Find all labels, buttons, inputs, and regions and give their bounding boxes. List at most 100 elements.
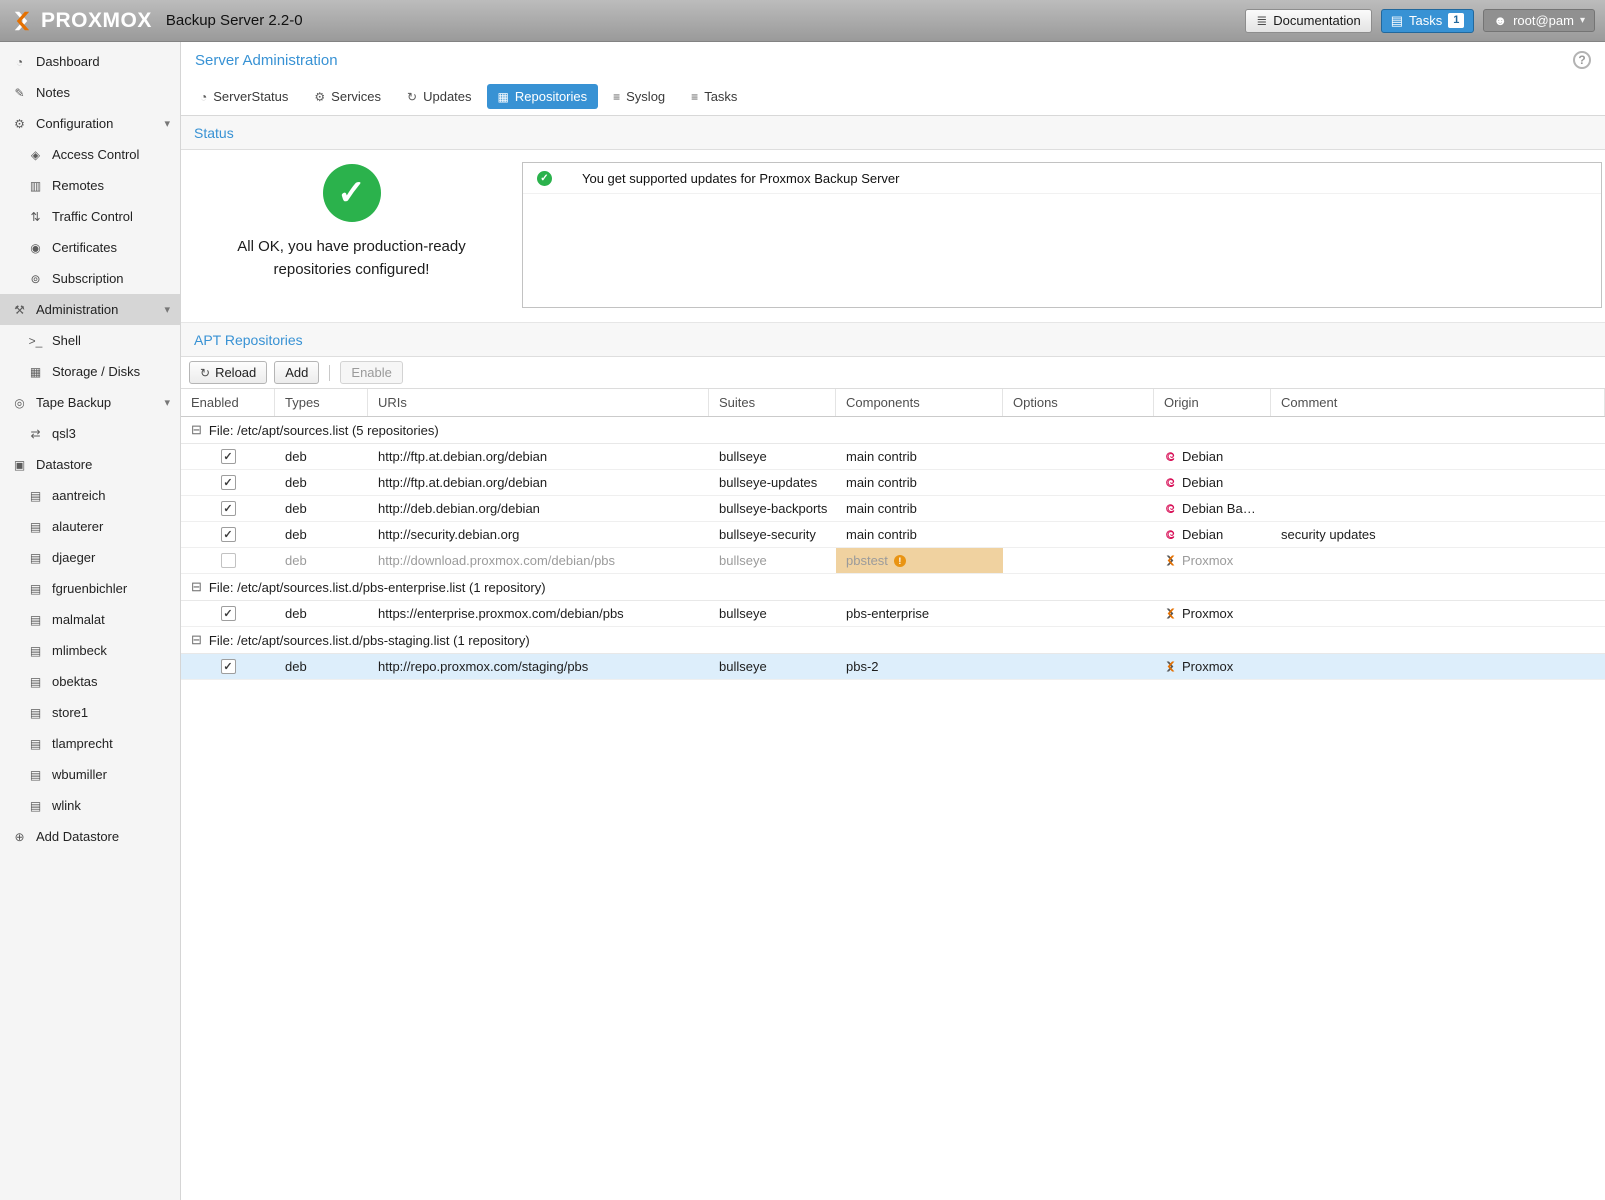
sidebar-item-fgruenbichler[interactable]: ▤ fgruenbichler — [0, 573, 180, 604]
enable-button[interactable]: Enable — [340, 361, 402, 384]
sidebar-item-obektas[interactable]: ▤ obektas — [0, 666, 180, 697]
repo-components: main contrib — [836, 444, 1003, 469]
tasks-button[interactable]: ▤ Tasks 1 — [1381, 9, 1475, 33]
tab-services[interactable]: ⚙ Services — [303, 84, 392, 109]
sidebar-item-store1[interactable]: ▤ store1 — [0, 697, 180, 728]
sidebar-item-djaeger[interactable]: ▤ djaeger — [0, 542, 180, 573]
repo-options — [1003, 601, 1154, 626]
tab-repositories[interactable]: ▦ Repositories — [487, 84, 599, 109]
sidebar-item-alauterer[interactable]: ▤ alauterer — [0, 511, 180, 542]
repo-type: deb — [275, 654, 368, 679]
sidebar-item-subscription[interactable]: ⊚ Subscription — [0, 263, 180, 294]
sidebar-item-wbumiller[interactable]: ▤ wbumiller — [0, 759, 180, 790]
column-header-origin[interactable]: Origin — [1154, 389, 1271, 416]
tab-serverstatus[interactable]: ◔ ServerStatus — [189, 84, 299, 109]
repo-origin: Debian Ba… — [1154, 496, 1271, 521]
database-icon: ▤ — [26, 799, 45, 813]
reload-button[interactable]: ↻ Reload — [189, 361, 267, 384]
sidebar-item-access-control[interactable]: ◈ Access Control — [0, 139, 180, 170]
repo-row[interactable]: deb http://ftp.at.debian.org/debian bull… — [181, 470, 1605, 496]
repo-group-header[interactable]: ⊟ File: /etc/apt/sources.list (5 reposit… — [181, 417, 1605, 444]
disks-icon: ▦ — [26, 365, 45, 379]
chevron-down-icon[interactable]: ▾ — [164, 117, 170, 130]
sidebar-item-wlink[interactable]: ▤ wlink — [0, 790, 180, 821]
collapse-icon[interactable]: ⊟ — [191, 579, 202, 595]
sidebar-item-remotes[interactable]: ▥ Remotes — [0, 170, 180, 201]
tab-syslog[interactable]: ≡ Syslog — [602, 84, 676, 109]
database-icon: ▣ — [10, 458, 29, 472]
database-icon: ▤ — [26, 613, 45, 627]
collapse-icon[interactable]: ⊟ — [191, 422, 202, 438]
repo-group-header[interactable]: ⊟ File: /etc/apt/sources.list.d/pbs-ente… — [181, 574, 1605, 601]
sidebar-item-malmalat[interactable]: ▤ malmalat — [0, 604, 180, 635]
repo-group-header[interactable]: ⊟ File: /etc/apt/sources.list.d/pbs-stag… — [181, 627, 1605, 654]
repo-suite: bullseye — [709, 548, 836, 573]
sidebar-item-tape-backup[interactable]: ◎ Tape Backup ▾ — [0, 387, 180, 418]
repo-row[interactable]: deb http://deb.debian.org/debian bullsey… — [181, 496, 1605, 522]
enabled-checkbox[interactable] — [221, 475, 236, 490]
column-header-comment[interactable]: Comment — [1271, 389, 1605, 416]
enabled-checkbox[interactable] — [221, 606, 236, 621]
sidebar-item-certificates[interactable]: ◉ Certificates — [0, 232, 180, 263]
tape-icon: ◎ — [10, 396, 29, 410]
sidebar-item-mlimbeck[interactable]: ▤ mlimbeck — [0, 635, 180, 666]
collapse-icon[interactable]: ⊟ — [191, 632, 202, 648]
help-icon[interactable]: ? — [1573, 51, 1591, 69]
tab-updates[interactable]: ↻ Updates — [396, 84, 482, 109]
column-header-enabled[interactable]: Enabled — [181, 389, 275, 416]
brand-text: PROXMOX — [41, 9, 152, 33]
sidebar-item-notes[interactable]: ✎ Notes — [0, 77, 180, 108]
repo-components: pbs-2 — [836, 654, 1003, 679]
enabled-checkbox[interactable] — [221, 553, 236, 568]
tab-tasks[interactable]: ≡ Tasks — [680, 84, 748, 109]
sidebar-item-storage-disks[interactable]: ▦ Storage / Disks — [0, 356, 180, 387]
repo-uri: https://enterprise.proxmox.com/debian/pb… — [368, 601, 709, 626]
enabled-checkbox[interactable] — [221, 659, 236, 674]
repo-row[interactable]: deb http://ftp.at.debian.org/debian bull… — [181, 444, 1605, 470]
window-title: Backup Server 2.2-0 — [166, 12, 303, 29]
repo-row[interactable]: deb https://enterprise.proxmox.com/debia… — [181, 601, 1605, 627]
sidebar-item-tlamprecht[interactable]: ▤ tlamprecht — [0, 728, 180, 759]
sidebar-item-shell[interactable]: >_ Shell — [0, 325, 180, 356]
repo-options — [1003, 548, 1154, 573]
sidebar-item-qsl3[interactable]: ⇄ qsl3 — [0, 418, 180, 449]
repo-row[interactable]: deb http://download.proxmox.com/debian/p… — [181, 548, 1605, 574]
repo-options — [1003, 444, 1154, 469]
sidebar-item-dashboard[interactable]: ◔ Dashboard — [0, 46, 180, 77]
enabled-checkbox[interactable] — [221, 501, 236, 516]
enabled-checkbox[interactable] — [221, 527, 236, 542]
page-title: Server Administration — [195, 52, 338, 69]
enabled-checkbox[interactable] — [221, 449, 236, 464]
sidebar-item-datastore[interactable]: ▣ Datastore — [0, 449, 180, 480]
repo-origin: Debian — [1154, 522, 1271, 547]
repo-row-selected[interactable]: deb http://repo.proxmox.com/staging/pbs … — [181, 654, 1605, 680]
repo-suite: bullseye-updates — [709, 470, 836, 495]
add-button[interactable]: Add — [274, 361, 319, 384]
column-header-uris[interactable]: URIs — [368, 389, 709, 416]
user-menu-button[interactable]: ☻ root@pam ▾ — [1483, 9, 1595, 32]
sidebar-item-traffic-control[interactable]: ⇅ Traffic Control — [0, 201, 180, 232]
sidebar-item-configuration[interactable]: ⚙ Configuration ▾ — [0, 108, 180, 139]
toolbar-separator — [329, 365, 330, 381]
chevron-down-icon[interactable]: ▾ — [164, 396, 170, 409]
list-icon: ≡ — [691, 90, 698, 104]
main-panel: Server Administration ? ◔ ServerStatus ⚙… — [181, 42, 1605, 1200]
repo-origin: Proxmox — [1154, 601, 1271, 626]
sidebar-item-administration[interactable]: ⚒ Administration ▾ — [0, 294, 180, 325]
debian-icon — [1164, 528, 1177, 541]
column-header-components[interactable]: Components — [836, 389, 1003, 416]
documentation-button[interactable]: ≣ Documentation — [1245, 9, 1371, 33]
repo-row[interactable]: deb http://security.debian.org bullseye-… — [181, 522, 1605, 548]
sidebar-item-add-datastore[interactable]: ⊕ Add Datastore — [0, 821, 180, 852]
debian-icon — [1164, 476, 1177, 489]
column-header-options[interactable]: Options — [1003, 389, 1154, 416]
repo-uri: http://download.proxmox.com/debian/pbs — [368, 548, 709, 573]
chevron-down-icon[interactable]: ▾ — [164, 303, 170, 316]
sidebar-item-aantreich[interactable]: ▤ aantreich — [0, 480, 180, 511]
debian-icon — [1164, 450, 1177, 463]
column-header-suites[interactable]: Suites — [709, 389, 836, 416]
sidebar: ◔ Dashboard ✎ Notes ⚙ Configuration ▾ ◈ … — [0, 42, 181, 1200]
database-icon: ▤ — [26, 489, 45, 503]
proxmox-icon — [1164, 607, 1177, 620]
column-header-types[interactable]: Types — [275, 389, 368, 416]
